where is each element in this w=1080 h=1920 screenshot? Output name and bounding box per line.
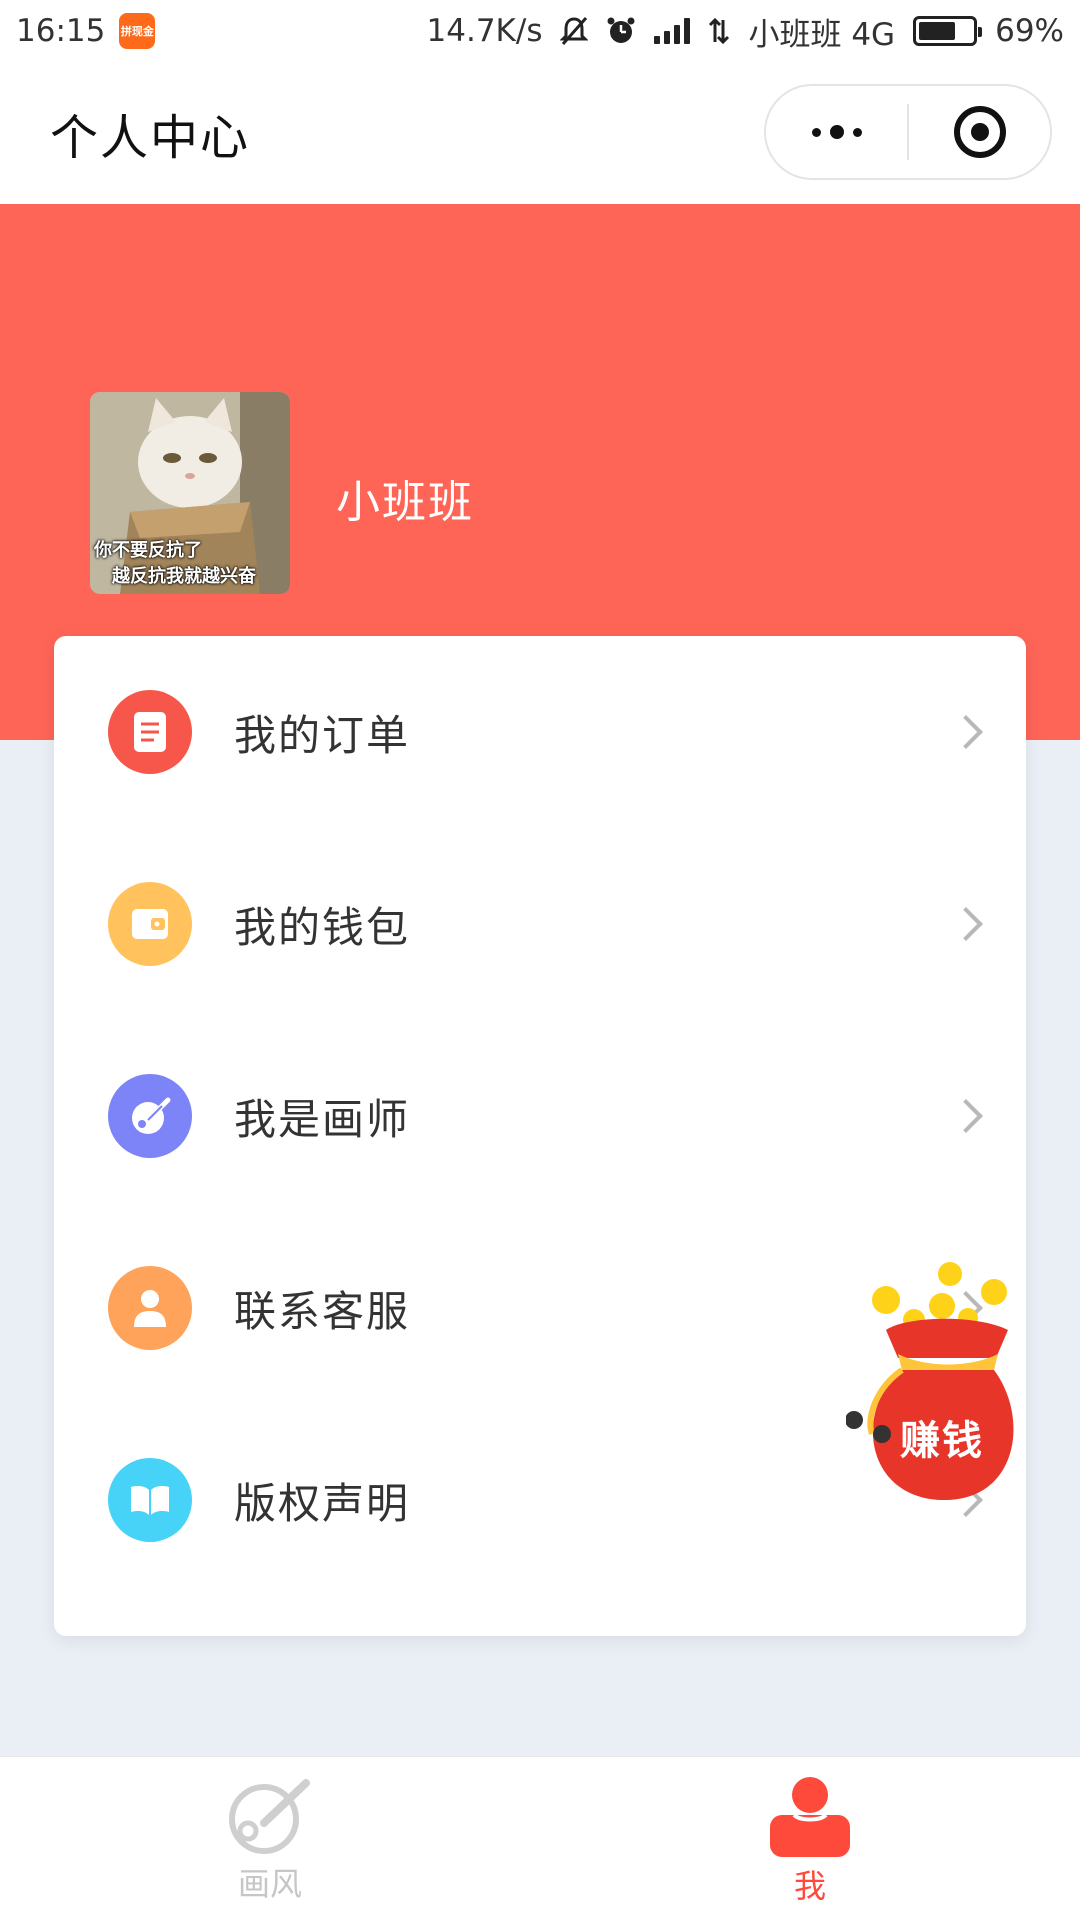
more-dots-icon: [811, 125, 862, 139]
menu-item-painter[interactable]: 我是画师: [54, 1020, 1026, 1212]
carrier-label: 小班班 4G: [748, 16, 896, 53]
chevron-right-icon: [949, 907, 983, 941]
nav-bar: 个人中心: [0, 62, 1080, 204]
tab-label: 画风: [237, 1865, 302, 1903]
avatar-caption: 你不要反抗了 越反抗我就越兴奋: [90, 538, 290, 590]
avatar-caption-line1: 你不要反抗了: [94, 540, 202, 561]
net-speed: 14.7K/s: [426, 13, 543, 49]
mini-program-capsule: [764, 84, 1052, 180]
tab-me[interactable]: 我: [540, 1757, 1080, 1920]
app-badge-label: 拼现金: [120, 24, 154, 38]
battery-icon: [913, 16, 983, 46]
avatar-caption-line2: 越反抗我就越兴奋: [112, 566, 256, 587]
signal-icon: [654, 18, 691, 44]
bell-mute-icon: [560, 17, 589, 45]
painter-icon: [108, 1074, 192, 1158]
wallet-icon: [108, 882, 192, 966]
avatar[interactable]: 你不要反抗了 越反抗我就越兴奋: [90, 392, 290, 594]
menu-item-label: 我是画师: [234, 1094, 411, 1144]
earn-money-widget[interactable]: 赚钱: [845, 1258, 1026, 1508]
book-icon: [108, 1458, 192, 1542]
menu-item-label: 我的钱包: [234, 902, 411, 952]
menu-item-wallet[interactable]: 我的钱包: [54, 828, 1026, 1020]
data-arrows-icon: [709, 17, 730, 45]
status-time: 16:15: [16, 13, 106, 49]
menu-item-label: 联系客服: [234, 1286, 411, 1336]
money-bag-icon: [845, 1262, 1014, 1501]
battery-percent: 69%: [995, 13, 1064, 49]
service-icon: [108, 1266, 192, 1350]
earn-money-label: 赚钱: [900, 1418, 984, 1464]
status-bar: 16:15 拼现金 14.7K/s 小班班 4G 69%: [0, 0, 1080, 62]
menu-item-label: 版权声明: [234, 1478, 411, 1528]
menu-item-label: 我的订单: [234, 710, 411, 760]
tab-label: 我: [793, 1867, 826, 1905]
tab-bar: 画风 我: [0, 1756, 1080, 1920]
menu-item-orders[interactable]: 我的订单: [54, 636, 1026, 828]
app-notification-icon: 拼现金: [119, 13, 156, 49]
alarm-icon: [607, 17, 635, 43]
page-title: 个人中心: [50, 110, 251, 166]
more-button[interactable]: [766, 86, 907, 178]
chevron-right-icon: [949, 715, 983, 749]
username: 小班班: [336, 477, 474, 528]
close-target-icon: [953, 106, 1006, 158]
close-button[interactable]: [909, 86, 1050, 178]
chevron-right-icon: [949, 1099, 983, 1133]
tab-style[interactable]: 画风: [0, 1757, 540, 1920]
user-icon: [770, 1777, 850, 1857]
battery-fill: [919, 22, 955, 40]
order-icon: [108, 690, 192, 774]
paint-icon: [229, 1779, 310, 1854]
